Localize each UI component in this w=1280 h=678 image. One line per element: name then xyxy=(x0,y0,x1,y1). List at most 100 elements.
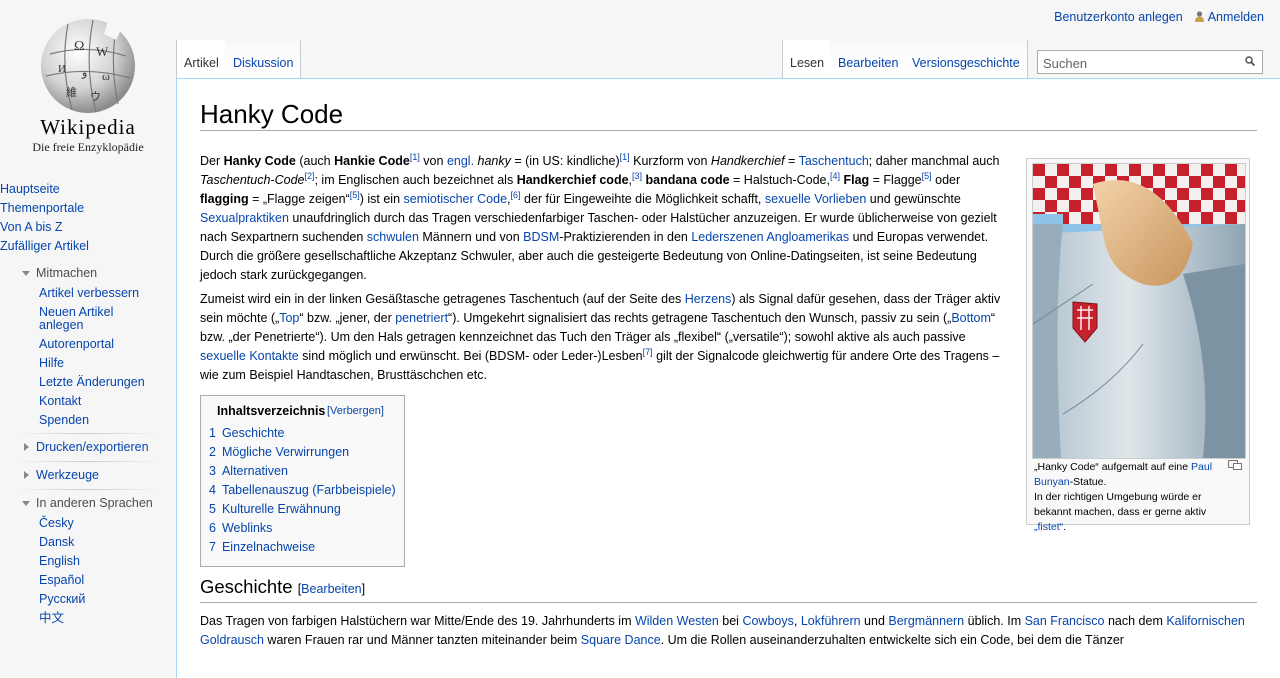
sidebar-divider xyxy=(14,433,162,434)
tab-edit-label: Bearbeiten xyxy=(838,56,899,70)
citation-link[interactable]: [6] xyxy=(511,190,521,200)
expanded-arrow-icon xyxy=(22,500,30,506)
inline-link[interactable]: penetriert xyxy=(395,311,448,325)
svg-text:W: W xyxy=(96,44,109,59)
inline-link[interactable]: schwulen xyxy=(367,230,419,244)
inline-link[interactable]: Top xyxy=(279,311,299,325)
participate-heading[interactable]: Mitmachen xyxy=(22,266,97,280)
languages-heading[interactable]: In anderen Sprachen xyxy=(22,496,153,510)
inline-link[interactable]: Herzens xyxy=(685,292,732,306)
inline-link[interactable]: „fistet“ xyxy=(1034,521,1063,533)
sidebar-item-main-page[interactable]: Hauptseite xyxy=(0,180,89,199)
toc-item[interactable]: 4 Tabellenauszug (Farbbeispiele) xyxy=(209,481,396,500)
inline-link[interactable]: Lederszenen xyxy=(691,230,763,244)
citation-link[interactable]: [1] xyxy=(620,152,630,162)
login-link[interactable]: Anmelden xyxy=(1208,10,1264,24)
inline-link[interactable]: sexuelle Vorlieben xyxy=(765,192,866,206)
title-underline xyxy=(200,130,1257,131)
tab-read[interactable]: Lesen xyxy=(782,40,833,78)
citation-link[interactable]: [3] xyxy=(632,171,642,181)
tab-discussion-label: Diskussion xyxy=(233,56,294,70)
svg-text:ﻭ: ﻭ xyxy=(81,67,87,79)
inline-link[interactable]: Square Dance xyxy=(581,633,661,647)
language-link-cs[interactable]: Česky xyxy=(39,517,85,530)
citation-link[interactable]: [2] xyxy=(304,171,314,181)
sidebar-divider xyxy=(14,461,162,462)
create-account-link[interactable]: Benutzerkonto anlegen xyxy=(1054,10,1183,24)
print-export-heading[interactable]: Drucken/exportieren xyxy=(22,440,149,454)
inline-link[interactable]: Bergmännern xyxy=(888,614,964,628)
citation-link[interactable]: [5] xyxy=(922,171,932,181)
sidebar-item-a-to-z[interactable]: Von A bis Z xyxy=(0,218,89,237)
inline-link[interactable]: Taschentuch xyxy=(799,154,869,168)
inline-link[interactable]: Bottom xyxy=(951,311,991,325)
citation-link[interactable]: [4] xyxy=(830,171,840,181)
language-link-zh[interactable]: 中文 xyxy=(39,612,85,625)
sidebar-item-help[interactable]: Hilfe xyxy=(39,357,145,370)
language-link-da[interactable]: Dansk xyxy=(39,536,85,549)
sidebar-item-author-portal[interactable]: Autorenportal xyxy=(39,338,145,351)
citation-link[interactable]: [5] xyxy=(350,190,360,200)
citation-link[interactable]: [1] xyxy=(410,152,420,162)
citation-link[interactable]: [7] xyxy=(643,347,653,357)
toc-item[interactable]: 3 Alternativen xyxy=(209,462,396,481)
tab-history-label: Versionsgeschichte xyxy=(912,56,1020,70)
tab-article[interactable]: Artikel xyxy=(176,40,227,78)
toc-title: Inhaltsverzeichnis xyxy=(217,404,326,418)
inline-link[interactable]: Lokführern xyxy=(801,614,861,628)
section-edit-link[interactable]: Bearbeiten xyxy=(301,582,361,596)
wikipedia-logo[interactable]: Ω W И ﻭ ω 維 ウ Wikipedia Die freie Enzykl… xyxy=(0,0,176,160)
search-input[interactable] xyxy=(1041,52,1235,74)
toc-item[interactable]: 5 Kulturelle Erwähnung xyxy=(209,500,396,519)
tab-edit[interactable]: Bearbeiten xyxy=(830,40,907,78)
toc-item[interactable]: 7 Einzelnachweise xyxy=(209,538,396,557)
search-box xyxy=(1037,50,1263,74)
search-icon[interactable] xyxy=(1245,56,1255,66)
section-heading: Geschichte [Bearbeiten] xyxy=(200,576,366,597)
wordmark: Wikipedia xyxy=(40,115,136,139)
language-link-ru[interactable]: Русский xyxy=(39,593,85,606)
inline-link[interactable]: Angloamerikas xyxy=(766,230,849,244)
sidebar-divider xyxy=(14,489,162,490)
tab-history[interactable]: Versionsgeschichte xyxy=(904,40,1028,78)
inline-link[interactable]: BDSM xyxy=(523,230,559,244)
sidebar-item-improve-article[interactable]: Artikel verbessern xyxy=(39,287,145,300)
table-of-contents: Inhaltsverzeichnis [Verbergen] 1 Geschich… xyxy=(200,395,405,567)
paragraph: Das Tragen von farbigen Halstüchern war … xyxy=(200,614,1245,647)
toc-item[interactable]: 1 Geschichte xyxy=(209,424,396,443)
section-underline xyxy=(200,602,1257,603)
toc-list: 1 Geschichte 2 Mögliche Verwirrungen 3 Alte… xyxy=(209,424,396,557)
user-icon xyxy=(1194,11,1204,22)
tools-heading[interactable]: Werkzeuge xyxy=(22,468,99,482)
toc-item[interactable]: 6 Weblinks xyxy=(209,519,396,538)
sidebar-item-random-article[interactable]: Zufälliger Artikel xyxy=(0,237,89,256)
sidebar-item-portals[interactable]: Themenportale xyxy=(0,199,89,218)
inline-link[interactable]: Cowboys xyxy=(742,614,793,628)
tagline: Die freie Enzyklopädie xyxy=(32,140,144,154)
sidebar-item-contact[interactable]: Kontakt xyxy=(39,395,145,408)
language-link-es[interactable]: Español xyxy=(39,574,85,587)
sidebar-item-donate[interactable]: Spenden xyxy=(39,414,145,427)
toc-item[interactable]: 2 Mögliche Verwirrungen xyxy=(209,443,396,462)
sidebar-item-recent-changes[interactable]: Letzte Änderungen xyxy=(39,376,145,389)
inline-link[interactable]: semiotischer Code xyxy=(404,192,508,206)
paragraph: Zumeist wird ein in der linken Gesäßtasc… xyxy=(200,292,1001,382)
paul-bunyan-statue-image[interactable] xyxy=(1032,163,1246,459)
inline-link[interactable]: engl. xyxy=(447,154,474,168)
svg-text:維: 維 xyxy=(66,86,77,99)
inline-link[interactable]: Sexualpraktiken xyxy=(200,211,289,225)
sidebar-item-new-article[interactable]: Neuen Artikel anlegen xyxy=(39,306,129,332)
content-area: Hanky Code Der Hanky Code (auch Hankie C… xyxy=(176,78,1280,678)
participate-list: Artikel verbessern Neuen Artikel anlegen… xyxy=(39,287,145,433)
tab-discussion[interactable]: Diskussion xyxy=(225,40,302,78)
toc-hide-toggle[interactable]: [Verbergen] xyxy=(327,405,384,417)
svg-text:Ω: Ω xyxy=(74,39,84,54)
inline-link[interactable]: Wilden Westen xyxy=(635,614,719,628)
inline-link[interactable]: San Francisco xyxy=(1025,614,1105,628)
language-link-en[interactable]: English xyxy=(39,555,85,568)
inline-link[interactable]: sexuelle Kontakte xyxy=(200,349,299,363)
collapsed-arrow-icon xyxy=(24,471,29,479)
collapsed-arrow-icon xyxy=(24,443,29,451)
statue-image-graphic xyxy=(1033,164,1245,458)
svg-text:ウ: ウ xyxy=(90,90,101,103)
